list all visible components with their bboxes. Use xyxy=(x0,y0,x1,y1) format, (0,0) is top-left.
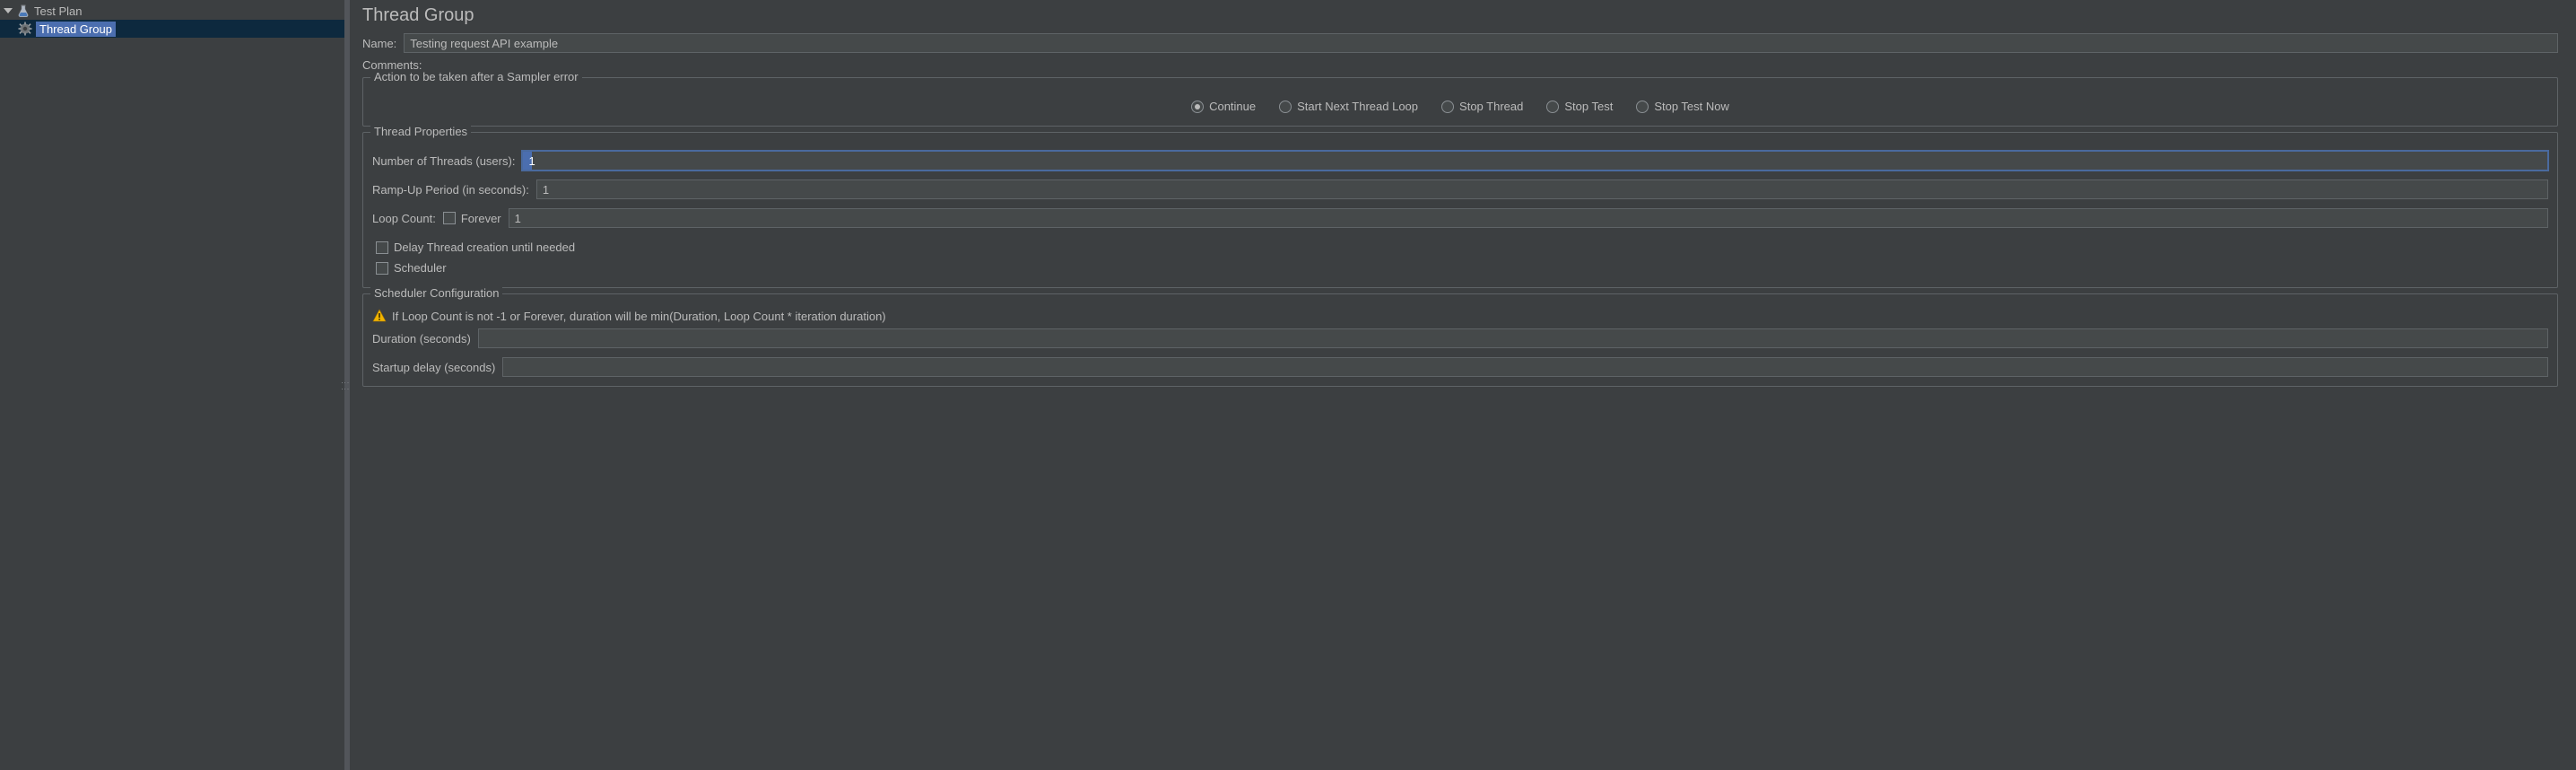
radio-icon xyxy=(1546,101,1559,113)
radio-stop-thread-label: Stop Thread xyxy=(1459,100,1523,113)
scheduler-config-legend: Scheduler Configuration xyxy=(370,286,502,300)
page-title: Thread Group xyxy=(362,5,2558,26)
ramp-up-label: Ramp-Up Period (in seconds): xyxy=(372,183,529,197)
duration-label: Duration (seconds) xyxy=(372,332,471,346)
radio-stop-test-label: Stop Test xyxy=(1564,100,1613,113)
startup-delay-row: Startup delay (seconds) xyxy=(372,357,2548,377)
thread-properties-legend: Thread Properties xyxy=(370,125,471,138)
loop-count-row: Loop Count: Forever xyxy=(372,208,2548,228)
num-threads-label: Number of Threads (users): xyxy=(372,154,515,168)
name-input[interactable] xyxy=(404,33,2558,53)
delay-thread-label: Delay Thread creation until needed xyxy=(394,241,575,254)
main-panel: Thread Group Name: Comments: Action to b… xyxy=(350,0,2576,770)
scheduler-warning-row: If Loop Count is not -1 or Forever, dura… xyxy=(372,309,2548,323)
thread-properties-group: Thread Properties Number of Threads (use… xyxy=(362,132,2558,288)
collapse-arrow-icon[interactable] xyxy=(4,8,13,13)
scheduler-label: Scheduler xyxy=(394,261,447,275)
radio-stop-test-now-label: Stop Test Now xyxy=(1654,100,1729,113)
tree-row-test-plan[interactable]: Test Plan xyxy=(0,2,344,20)
duration-row: Duration (seconds) xyxy=(372,328,2548,348)
loop-count-label: Loop Count: xyxy=(372,212,436,225)
duration-input[interactable] xyxy=(478,328,2548,348)
splitter-handle-icon[interactable]: ⋮⋮ xyxy=(341,379,350,391)
radio-icon xyxy=(1279,101,1292,113)
radio-stop-thread[interactable]: Stop Thread xyxy=(1441,100,1523,113)
radio-continue-label: Continue xyxy=(1209,100,1256,113)
radio-icon xyxy=(1441,101,1454,113)
radio-start-next[interactable]: Start Next Thread Loop xyxy=(1279,100,1418,113)
warning-icon xyxy=(372,309,387,323)
radio-start-next-label: Start Next Thread Loop xyxy=(1297,100,1418,113)
scheduler-row[interactable]: Scheduler xyxy=(372,258,2548,278)
tree-panel: Test Plan Thread Group ⋮⋮ xyxy=(0,0,350,770)
radio-continue[interactable]: Continue xyxy=(1191,100,1256,113)
comments-row: Comments: xyxy=(362,58,2558,72)
tree-row-thread-group[interactable]: Thread Group xyxy=(0,20,344,38)
gear-icon xyxy=(18,22,32,36)
delay-thread-row[interactable]: Delay Thread creation until needed xyxy=(372,237,2548,258)
ramp-up-input[interactable] xyxy=(536,179,2548,199)
ramp-up-row: Ramp-Up Period (in seconds): xyxy=(372,179,2548,199)
sampler-error-group: Action to be taken after a Sampler error… xyxy=(362,77,2558,127)
sampler-error-legend: Action to be taken after a Sampler error xyxy=(370,70,582,83)
sampler-error-radio-row: Continue Start Next Thread Loop Stop Thr… xyxy=(372,92,2548,117)
beaker-icon xyxy=(16,4,30,18)
startup-delay-input[interactable] xyxy=(502,357,2548,377)
scheduler-config-group: Scheduler Configuration If Loop Count is… xyxy=(362,293,2558,387)
radio-icon xyxy=(1191,101,1204,113)
num-threads-input[interactable] xyxy=(522,151,2548,171)
tree-label-thread-group: Thread Group xyxy=(36,22,116,37)
num-threads-row: Number of Threads (users): xyxy=(372,151,2548,171)
name-row: Name: xyxy=(362,33,2558,53)
forever-label: Forever xyxy=(461,212,501,225)
loop-count-input[interactable] xyxy=(509,208,2548,228)
tree-label-test-plan: Test Plan xyxy=(34,4,82,18)
radio-stop-test-now[interactable]: Stop Test Now xyxy=(1636,100,1729,113)
startup-delay-label: Startup delay (seconds) xyxy=(372,361,495,374)
name-label: Name: xyxy=(362,37,396,50)
scheduler-warning-text: If Loop Count is not -1 or Forever, dura… xyxy=(392,310,886,323)
forever-checkbox[interactable] xyxy=(443,212,456,224)
delay-thread-checkbox[interactable] xyxy=(376,241,388,254)
radio-icon xyxy=(1636,101,1649,113)
radio-stop-test[interactable]: Stop Test xyxy=(1546,100,1613,113)
scheduler-checkbox[interactable] xyxy=(376,262,388,275)
